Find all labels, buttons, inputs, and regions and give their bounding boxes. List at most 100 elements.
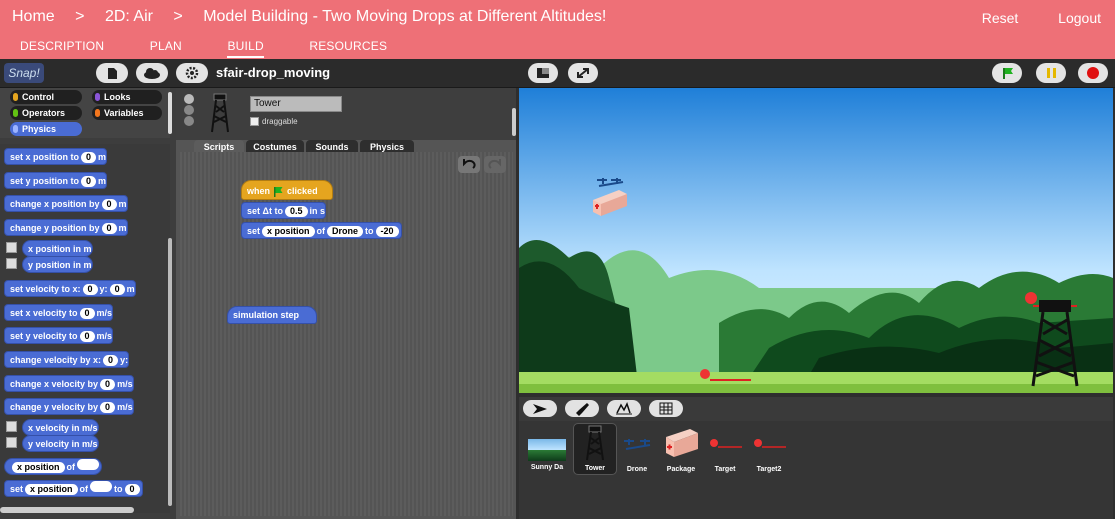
sprite-dropdown[interactable] [90, 481, 113, 492]
block-input[interactable]: 0 [101, 223, 117, 234]
tab-build[interactable]: BUILD [227, 39, 264, 58]
block-text: set [247, 226, 261, 236]
palette-scrollbar[interactable] [168, 238, 172, 506]
category-operators[interactable]: Operators [10, 106, 82, 120]
stage-size-button[interactable] [528, 63, 558, 83]
block-set-y-position[interactable]: set y position to 0 m [4, 172, 108, 189]
block-set-y-velocity[interactable]: set y velocity to 0 m/s [4, 327, 114, 344]
block-input[interactable]: 0 [79, 308, 95, 319]
sprite-thumb-target[interactable]: Target [703, 425, 747, 473]
pause-button[interactable] [1036, 63, 1066, 83]
reporter-y-position[interactable]: y position in m [22, 256, 93, 273]
rotate-icon[interactable] [184, 94, 194, 104]
block-text: m [98, 176, 107, 186]
flip-icon[interactable] [184, 105, 194, 115]
tab-resources[interactable]: RESOURCES [309, 39, 387, 56]
category-physics[interactable]: Physics [10, 122, 82, 136]
block-input[interactable]: 0 [100, 402, 116, 413]
block-text: to [365, 226, 374, 236]
pause-icon [1047, 68, 1056, 78]
set-delta-t-block[interactable]: set Δt to 0.5 in s [241, 202, 327, 219]
when-flag-clicked-block[interactable]: when clicked [241, 180, 333, 200]
rotation-style-buttons[interactable] [184, 94, 194, 126]
palette-horizontal-scrollbar[interactable] [0, 507, 134, 513]
reporter-attribute-of[interactable]: x position of [4, 458, 102, 475]
sprite-dropdown[interactable] [77, 459, 99, 470]
no-rotate-icon[interactable] [184, 116, 194, 126]
script-area[interactable]: when clicked set Δt to 0.5 in s set x posit… [180, 152, 513, 516]
undo-button[interactable] [458, 156, 480, 173]
logout-button[interactable]: Logout [1058, 10, 1101, 26]
category-control[interactable]: Control [10, 90, 82, 104]
category-scrollbar[interactable] [168, 92, 172, 134]
watcher-checkbox[interactable] [6, 242, 17, 253]
block-set-attribute-of[interactable]: set x position of to 0 [4, 480, 143, 497]
cloud-menu-button[interactable] [136, 63, 168, 83]
block-input[interactable]: 0 [109, 284, 125, 295]
block-input[interactable]: 0 [101, 199, 117, 210]
block-input[interactable]: 0 [81, 176, 97, 187]
checkbox-box[interactable] [250, 117, 259, 127]
sprite-thumb-package[interactable]: Package [659, 425, 703, 473]
reporter-y-velocity[interactable]: y velocity in m/s [22, 435, 99, 452]
sprite-dropdown[interactable]: Drone [327, 226, 364, 237]
block-set-x-velocity[interactable]: set x velocity to 0 m/s [4, 304, 114, 321]
block-change-y-position[interactable]: change y position by 0 m [4, 219, 128, 236]
settings-menu-button[interactable] [176, 63, 208, 83]
block-input[interactable]: 0 [100, 379, 116, 390]
sprite-thumb-drone[interactable]: Drone [615, 425, 659, 473]
draggable-checkbox[interactable]: draggable [250, 117, 298, 127]
block-input[interactable]: 0 [103, 355, 119, 366]
sprite-thumb-tower[interactable]: Tower [573, 423, 617, 475]
block-change-x-position[interactable]: change x position by 0 m [4, 195, 128, 212]
watcher-checkbox[interactable] [6, 421, 17, 432]
paint-new-sprite-button[interactable] [565, 400, 599, 417]
presentation-mode-button[interactable] [568, 63, 598, 83]
tab-description[interactable]: DESCRIPTION [20, 39, 104, 56]
new-turtle-sprite-button[interactable] [523, 400, 557, 417]
green-flag-button[interactable] [992, 63, 1022, 83]
stop-button[interactable] [1078, 63, 1108, 83]
category-looks[interactable]: Looks [92, 90, 162, 104]
set-attribute-of-block[interactable]: set x position of Drone to -20 [241, 222, 402, 239]
block-change-x-velocity[interactable]: change x velocity by 0 m/s [4, 375, 134, 392]
reporter-x-velocity[interactable]: x velocity in m/s [22, 419, 99, 436]
breadcrumb-home[interactable]: Home [12, 8, 55, 26]
redo-button[interactable] [484, 156, 506, 173]
block-text: set x velocity to [10, 308, 78, 318]
block-input[interactable]: 0 [124, 484, 140, 495]
block-change-velocity[interactable]: change velocity by x: 0 y: [4, 351, 130, 368]
green-flag-icon [273, 186, 283, 197]
simulation-step-block[interactable]: simulation step [227, 306, 317, 324]
snap-logo[interactable]: Snap! [4, 63, 44, 83]
sprite-name-input[interactable]: Tower [250, 96, 342, 112]
block-input[interactable]: 0 [81, 152, 97, 163]
block-set-x-position[interactable]: set x position to 0 m [4, 148, 108, 165]
activity-tabs: DESCRIPTION PLAN BUILD RESOURCES [20, 39, 429, 58]
block-input[interactable]: 0.5 [285, 206, 308, 217]
camera-sprite-button[interactable] [607, 400, 641, 417]
watcher-checkbox[interactable] [6, 437, 17, 448]
table-view-button[interactable] [649, 400, 683, 417]
reporter-x-position[interactable]: x position in m [22, 240, 93, 257]
reset-button[interactable]: Reset [982, 10, 1019, 26]
script-scrollbar[interactable] [512, 108, 516, 136]
attribute-dropdown[interactable]: x position [25, 484, 78, 495]
block-input[interactable]: -20 [375, 226, 399, 237]
sprite-thumb-target2[interactable]: Target2 [747, 425, 791, 473]
watcher-checkbox[interactable] [6, 258, 17, 269]
sprite-thumb-stage[interactable]: Sunny Da [525, 439, 569, 471]
attribute-dropdown[interactable]: x position [262, 226, 315, 237]
tab-plan[interactable]: PLAN [150, 39, 182, 56]
block-text: change x velocity by [10, 379, 99, 389]
category-variables[interactable]: Variables [92, 106, 162, 120]
block-input[interactable]: 0 [79, 331, 95, 342]
breadcrumb-unit[interactable]: 2D: Air [105, 8, 153, 26]
attribute-dropdown[interactable]: x position [12, 462, 65, 473]
block-input[interactable]: 0 [82, 284, 98, 295]
file-menu-button[interactable] [96, 63, 128, 83]
block-set-velocity[interactable]: set velocity to x: 0 y: 0 m [4, 280, 136, 297]
stage[interactable] [519, 88, 1113, 393]
block-text: m/s [117, 402, 133, 412]
block-change-y-velocity[interactable]: change y velocity by 0 m/s [4, 398, 134, 415]
